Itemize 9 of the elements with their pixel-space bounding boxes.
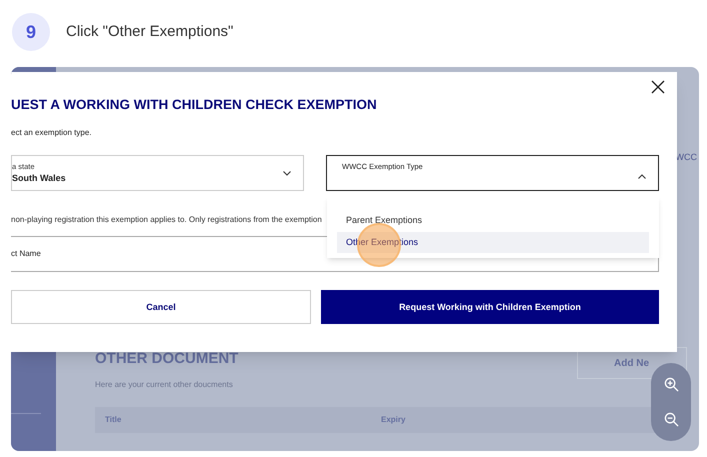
section-title: OTHER DOCUMENT: [95, 349, 238, 369]
step-number: 9: [12, 13, 50, 51]
column-header: Title: [105, 414, 122, 426]
step-instruction: Click "Other Exemptions": [66, 22, 234, 42]
section-subtitle: Here are your current other doucments: [95, 378, 234, 390]
note-text: non-playing registration this exemption applies to. Only registrations from the exemption: [11, 214, 322, 226]
modal-subtitle: ect an exemption type.: [11, 127, 92, 140]
modal-title: UEST A WORKING WITH CHILDREN CHECK EXEMPTION: [11, 96, 378, 114]
column-header: Expiry: [381, 414, 406, 426]
